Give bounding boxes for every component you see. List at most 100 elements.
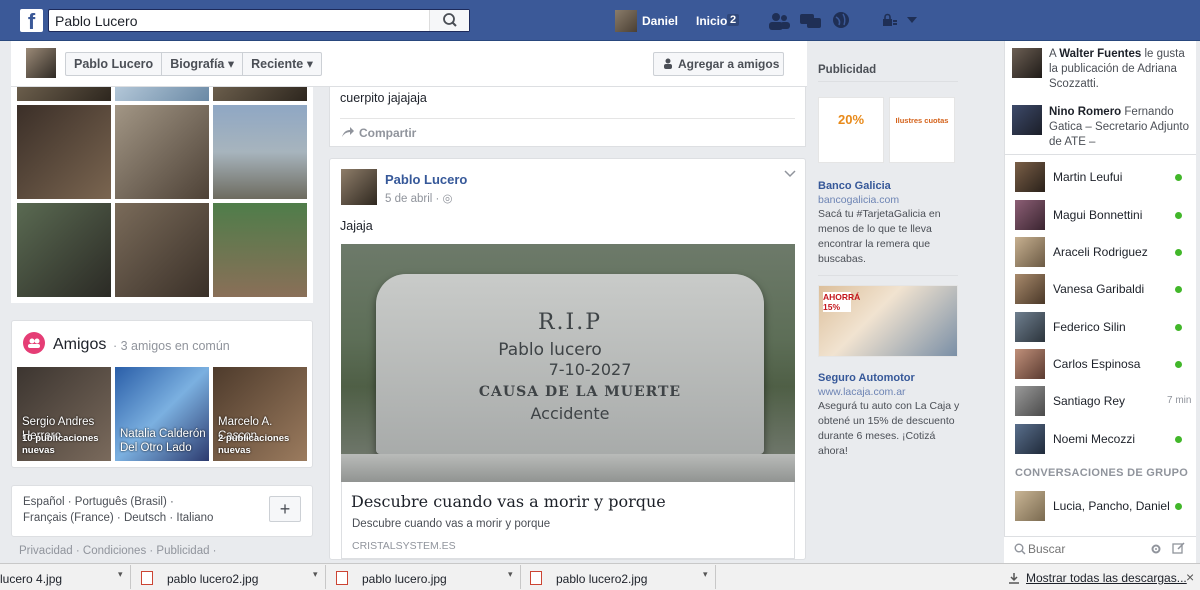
new-message-icon[interactable] (1172, 542, 1185, 555)
tombstone-base (341, 454, 795, 482)
pdf-file-icon (141, 571, 153, 585)
contact-name: Magui Bonnettini (1053, 208, 1143, 222)
photo-thumbnail[interactable] (213, 87, 307, 101)
downloads-bar: lucero 4.jpg pablo lucero2.jpg pablo luc… (0, 563, 1200, 590)
post-text: cuerpito jajajaja (340, 91, 427, 105)
download-options-chevron-icon[interactable]: ▾ (703, 569, 708, 580)
contact-name: Federico Silin (1053, 320, 1126, 334)
messages-icon[interactable] (800, 12, 822, 30)
friend-updates: 10 publicaciones nuevas (22, 433, 99, 456)
photo-thumbnail[interactable] (115, 105, 209, 199)
chat-contact[interactable]: Araceli Rodriguez (1015, 237, 1195, 267)
chat-contact[interactable]: Carlos Espinosa (1015, 349, 1195, 379)
ad-title[interactable]: Seguro Automotor (818, 372, 915, 384)
friend-requests-icon[interactable] (768, 12, 790, 30)
user-avatar[interactable] (615, 10, 637, 32)
online-status-icon (1175, 324, 1182, 331)
chat-search-input[interactable] (1028, 540, 1128, 558)
contact-name: Noemi Mecozzi (1053, 432, 1136, 446)
chat-search-icon (1014, 543, 1026, 555)
post-timestamp[interactable]: 5 de abril · ◎ (385, 191, 453, 205)
friend-updates: 2 publicaciones nuevas (218, 433, 290, 456)
ad-image[interactable]: AHORRÁ 15% (818, 285, 958, 357)
chat-settings-gear-icon[interactable] (1150, 543, 1162, 555)
friends-icon (23, 332, 45, 354)
footer-links[interactable]: Privacidad · Condiciones · Publicidad · (19, 545, 217, 557)
download-arrow-icon (1009, 573, 1019, 584)
profile-thumbnail[interactable] (26, 48, 56, 78)
ticker-avatar[interactable] (1012, 105, 1042, 135)
download-item[interactable]: pablo lucero2.jpg (167, 572, 258, 586)
photo-thumbnail[interactable] (17, 203, 111, 297)
notifications-globe-icon[interactable] (832, 11, 850, 29)
add-friend-button[interactable]: Agregar a amigos (653, 52, 784, 76)
close-downloads-bar-button[interactable]: × (1186, 569, 1194, 585)
ad-image[interactable]: Ilustres cuotas (889, 97, 955, 163)
share-link[interactable]: Compartir (359, 126, 416, 140)
friend-tile[interactable]: Sergio Andres Herrero 10 publicaciones n… (17, 367, 111, 461)
online-status-icon (1175, 361, 1182, 368)
photo-thumbnail[interactable] (213, 203, 307, 297)
download-item[interactable]: pablo lucero.jpg (362, 572, 447, 586)
photo-thumbnail[interactable] (17, 105, 111, 199)
friend-tile[interactable]: Marcelo A. Cascon 2 publicaciones nuevas (213, 367, 307, 461)
post-author-link[interactable]: Pablo Lucero (385, 172, 467, 187)
photo-thumbnail[interactable] (115, 87, 209, 101)
account-menu-chevron-icon[interactable] (906, 16, 918, 24)
download-options-chevron-icon[interactable]: ▾ (508, 569, 513, 580)
ticker-avatar[interactable] (1012, 48, 1042, 78)
user-name-link[interactable]: Daniel (642, 14, 678, 28)
recent-dropdown[interactable]: Reciente ▾ (243, 53, 321, 75)
ad-url[interactable]: www.lacaja.com.ar (818, 386, 906, 398)
language-links[interactable]: Français (France) · Deutsch · Italiano (23, 512, 213, 524)
post-options-chevron-icon[interactable] (784, 170, 796, 178)
tomb-date: 7-10-2027 (548, 360, 632, 379)
timeline-dropdown[interactable]: Biografía ▾ (162, 53, 244, 75)
ad-image[interactable]: 20% (818, 97, 884, 163)
author-avatar[interactable] (341, 169, 377, 205)
group-conversations-title: CONVERSACIONES DE GRUPO (1015, 467, 1189, 479)
profile-name-tab[interactable]: Pablo Lucero (66, 53, 163, 75)
download-item[interactable]: lucero 4.jpg (0, 572, 62, 586)
ticker-item[interactable]: A Walter Fuentes le gusta la publicación… (1049, 47, 1189, 92)
divider (340, 118, 795, 119)
friends-title[interactable]: Amigos (53, 336, 106, 354)
group-name: Lucia, Pancho, Daniel (1053, 499, 1170, 513)
mutual-friends-count[interactable]: · 3 amigos en común (113, 339, 230, 353)
photo-thumbnail[interactable] (115, 203, 209, 297)
photo-thumbnail[interactable] (17, 87, 111, 101)
chat-contact[interactable]: Noemi Mecozzi (1015, 424, 1195, 454)
photo-thumbnail[interactable] (213, 105, 307, 199)
link-title[interactable]: Descubre cuando vas a morir y porque (351, 492, 666, 511)
tombstone-image[interactable]: R.I.P Pablo lucero 7-10-2027 CAUSA DE LA… (341, 244, 795, 482)
show-all-downloads-link[interactable]: Mostrar todas las descargas... (1026, 571, 1187, 585)
chat-contact[interactable]: Vanesa Garibaldi (1015, 274, 1195, 304)
search-button[interactable] (429, 10, 469, 31)
add-friend-icon (664, 58, 672, 69)
link-domain: CRISTALSYSTEM.ES (352, 540, 456, 552)
chat-contact[interactable]: Martin Leufui (1015, 162, 1195, 192)
home-count-badge: 2 (727, 14, 740, 26)
tomb-reason: Accidente (530, 404, 610, 423)
group-conversation[interactable]: Lucia, Pancho, Daniel (1015, 491, 1195, 521)
home-link[interactable]: Inicio (696, 14, 727, 28)
ad-image-text: AHORRÁ 15% (823, 292, 861, 312)
ad-url[interactable]: bancogalicia.com (818, 194, 899, 206)
chat-contact[interactable]: Magui Bonnettini (1015, 200, 1195, 230)
ad-title[interactable]: Banco Galicia (818, 180, 891, 192)
online-status-icon (1175, 174, 1182, 181)
download-options-chevron-icon[interactable]: ▾ (313, 569, 318, 580)
download-item[interactable]: pablo lucero2.jpg (556, 572, 647, 586)
chat-contact[interactable]: Federico Silin (1015, 312, 1195, 342)
add-language-button[interactable]: + (269, 496, 301, 522)
language-links[interactable]: Español · Português (Brasil) · (23, 496, 174, 508)
search-input[interactable] (49, 10, 429, 31)
chat-contact[interactable]: Santiago Rey 7 min (1015, 386, 1195, 416)
divider (130, 565, 131, 589)
download-options-chevron-icon[interactable]: ▾ (118, 569, 123, 580)
ticker-item[interactable]: Nino Romero Fernando Gatica – Secretario… (1049, 105, 1189, 150)
facebook-logo-icon[interactable]: f (20, 9, 43, 32)
friend-tile[interactable]: Natalia Calderón Del Otro Lado (115, 367, 209, 461)
add-friend-label: Agregar a amigos (678, 57, 780, 71)
privacy-lock-icon[interactable] (882, 13, 898, 27)
